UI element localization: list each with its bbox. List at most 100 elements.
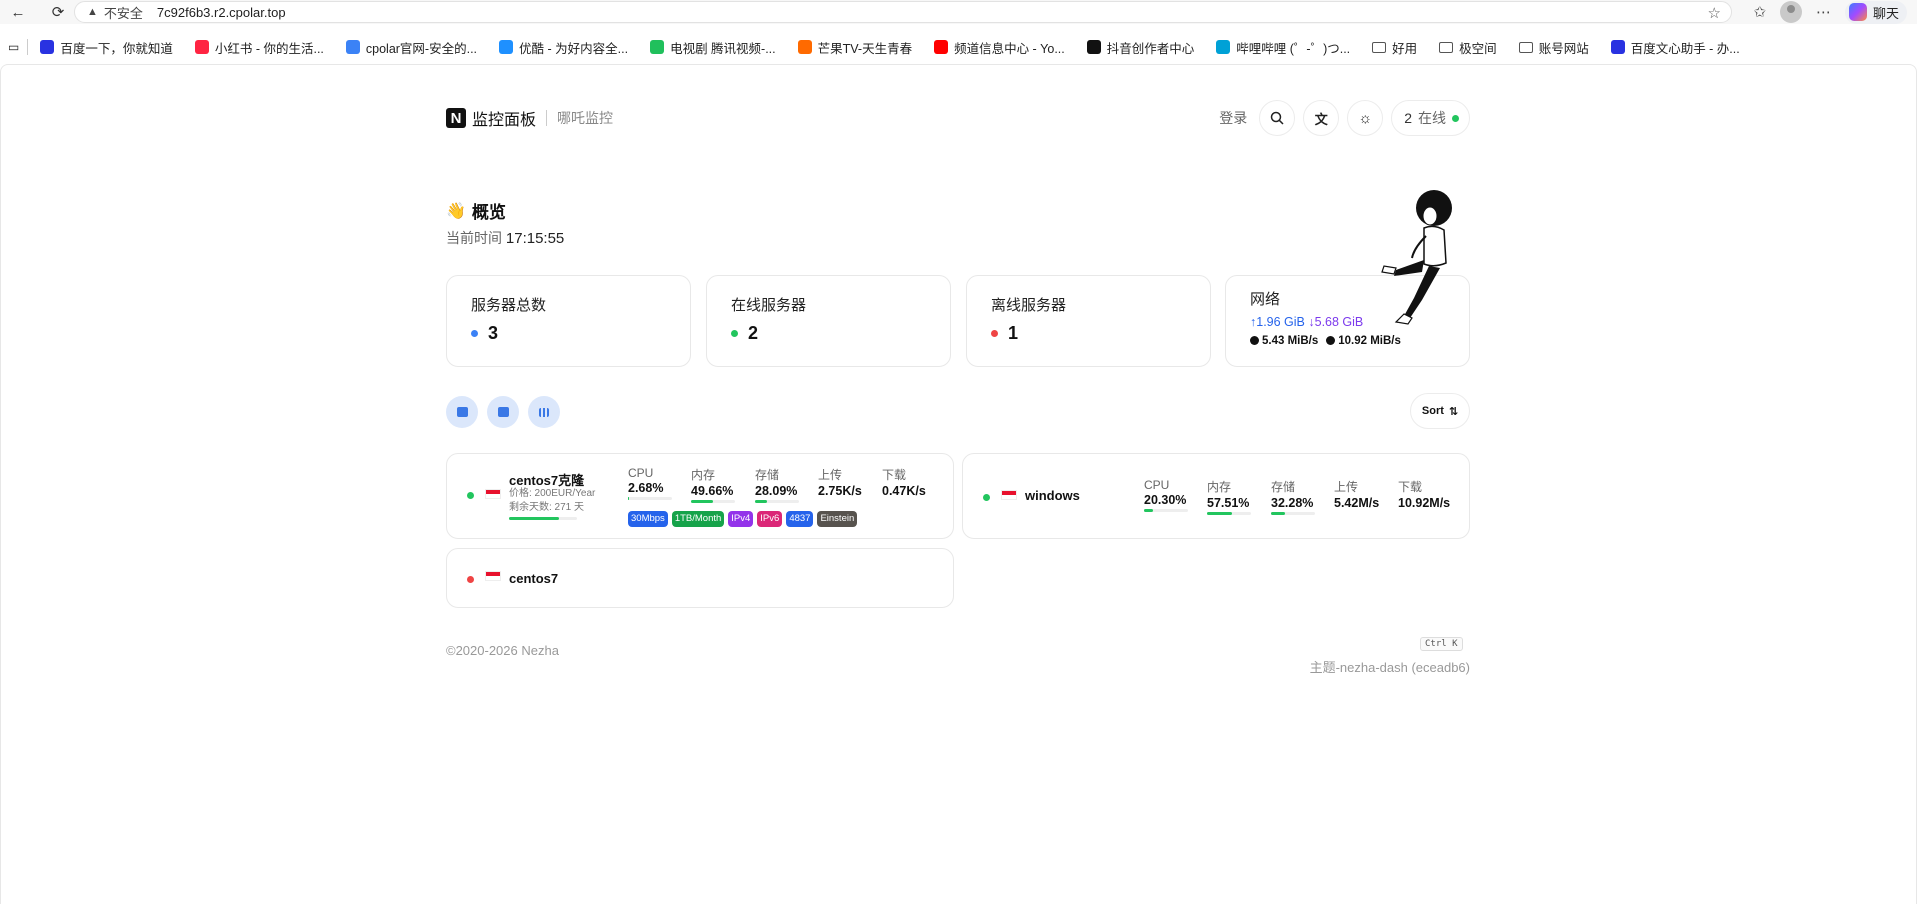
address-bar[interactable]: ▲ 不安全 7c92f6b3.r2.cpolar.top ☆ — [74, 1, 1732, 23]
sort-button[interactable]: Sort ⇅ — [1410, 393, 1470, 429]
header-actions: 登录 文 ☼ 2 在线 — [1219, 100, 1470, 136]
warning-icon[interactable]: ▲ — [87, 6, 98, 18]
metric-label: 存储 — [1271, 480, 1296, 494]
card-total-servers[interactable]: 服务器总数 3 — [446, 275, 691, 367]
bookmark-item[interactable]: 哔哩哔哩 (゜-゜)つ... — [1216, 38, 1350, 57]
chart-view-button[interactable] — [487, 396, 519, 428]
status-dot-icon — [467, 492, 474, 499]
favicon-icon — [1216, 40, 1231, 54]
metric-value: 10.92M/s — [1398, 496, 1451, 510]
metric-label: 内存 — [1207, 480, 1232, 494]
theme-info[interactable]: 主题-nezha-dash (eceadb6) — [1310, 657, 1470, 676]
bookmark-item[interactable]: 抖音创作者中心 — [1086, 38, 1194, 57]
favicon-icon — [797, 40, 812, 54]
metric-value: 2.75K/s — [818, 484, 862, 498]
card-value-row: 3 — [471, 323, 666, 344]
overview-heading: 👋 概览 — [446, 198, 564, 223]
bookmark-item[interactable]: cpolar官网-安全的... — [345, 38, 477, 57]
site-title: 监控面板 — [472, 112, 537, 129]
translate-icon: 文 — [1314, 111, 1328, 127]
bookmark-item[interactable]: 极空间 — [1439, 38, 1497, 57]
download-arrow-icon — [1326, 336, 1336, 345]
metric-label: 上传 — [818, 468, 843, 482]
server-remaining: 剩余天数: 271 天 — [509, 502, 585, 513]
metric-value: 0.47K/s — [882, 484, 926, 498]
sun-icon: ☼ — [1358, 109, 1373, 127]
metric-memory: 内存 57.51% — [1207, 478, 1267, 515]
server-card-windows[interactable]: windows CPU 20.30% 内存 57.51% 存储 32.28% 上… — [962, 453, 1470, 539]
bookmark-label: 芒果TV-天生青春 — [817, 41, 913, 56]
metric-disk: 存储 32.28% — [1271, 478, 1331, 515]
metric-value: 32.28% — [1271, 496, 1314, 510]
bookmark-item[interactable]: 百度一下，你就知道 — [40, 38, 173, 57]
server-card-centos7[interactable]: centos7 — [446, 548, 954, 608]
more-icon[interactable]: ⋯ — [1816, 3, 1831, 21]
card-value-row: 2 — [731, 323, 926, 344]
reload-icon[interactable]: ⟳ — [46, 0, 70, 24]
favorite-star-icon[interactable]: ☆ — [1708, 4, 1721, 22]
card-label: 在线服务器 — [731, 297, 807, 314]
bookmark-label: 电视剧 腾讯视频-... — [670, 41, 776, 56]
sort-label: Sort — [1421, 405, 1444, 417]
bookmark-item[interactable]: 账号网站 — [1518, 38, 1589, 57]
profile-avatar-icon[interactable] — [1779, 1, 1802, 23]
bookmark-item[interactable]: 百度文心助手 - 办... — [1610, 38, 1740, 57]
metric-bar — [1271, 512, 1315, 515]
card-value-row: 1 — [991, 323, 1186, 344]
metric-bar-fill — [755, 500, 768, 503]
grid-view-button[interactable] — [528, 396, 560, 428]
chart-icon — [497, 407, 509, 417]
bookmark-item[interactable]: 芒果TV-天生青春 — [797, 38, 913, 57]
sitting-person-illustration — [1381, 190, 1452, 325]
metric-bar-fill — [1271, 512, 1286, 515]
metric-disk: 存储 28.09% — [755, 466, 815, 503]
upload-speed-row: 5.43 MiB/s — [1250, 335, 1318, 347]
metric-memory: 内存 49.66% — [691, 466, 751, 503]
bookmarks-bar: ▭ 百度一下，你就知道 小红书 - 你的生活... cpolar官网-安全的... 优… — [0, 35, 1917, 59]
command-shortcut-hint[interactable]: Ctrl K — [1420, 637, 1463, 651]
card-label: 离线服务器 — [991, 297, 1067, 314]
time-value: 17:15:55 — [505, 230, 565, 247]
browser-actions: ✩ ⋯ 聊天 — [1753, 0, 1917, 24]
bookmark-item[interactable]: 小红书 - 你的生活... — [194, 38, 324, 57]
server-tag: 1TB/Month — [671, 511, 725, 527]
nezha-logo-icon: N — [446, 108, 466, 128]
server-tag: 4837 — [786, 511, 814, 527]
metric-value: 28.09% — [755, 484, 798, 498]
login-link[interactable]: 登录 — [1219, 108, 1247, 128]
server-tag: 30Mbps — [628, 511, 668, 527]
favicon-icon — [40, 40, 55, 54]
bookmark-item[interactable]: 好用 — [1372, 38, 1417, 57]
bookmark-item[interactable]: 电视剧 腾讯视频-... — [650, 38, 776, 57]
folder-icon — [1439, 41, 1454, 53]
metric-label: 下载 — [1398, 480, 1423, 494]
theme-toggle-button[interactable]: ☼ — [1347, 100, 1384, 136]
bookmark-item[interactable]: 优酷 - 为好内容全... — [499, 38, 628, 57]
back-icon[interactable]: ← — [6, 0, 30, 24]
url-text[interactable]: 7c92f6b3.r2.cpolar.top — [157, 5, 286, 20]
server-card-centos7-clone[interactable]: centos7克隆 价格: 200EUR/Year 剩余天数: 271 天 CP… — [446, 453, 954, 539]
server-name: windows — [1025, 488, 1080, 503]
language-button[interactable]: 文 — [1303, 100, 1340, 136]
card-online-servers[interactable]: 在线服务器 2 — [706, 275, 951, 367]
metric-bar — [1207, 512, 1251, 515]
chat-label: 聊天 — [1872, 5, 1899, 21]
metric-upload: 上传 2.75K/s — [818, 466, 878, 498]
status-dot-icon — [983, 494, 990, 501]
tab-actions-icon[interactable]: ▭ — [8, 40, 19, 54]
time-label: 当前时间 — [446, 230, 502, 246]
download-speed: 10.92 MiB/s — [1338, 335, 1401, 347]
map-view-button[interactable] — [446, 396, 478, 428]
bookmark-item[interactable]: 频道信息中心 - Yo... — [934, 38, 1065, 57]
metric-label: 上传 — [1334, 480, 1359, 494]
remaining-bar-fill — [509, 517, 560, 520]
favicon-icon — [1610, 40, 1625, 54]
favorites-icon[interactable]: ✩ — [1753, 3, 1766, 21]
search-button[interactable] — [1259, 100, 1296, 136]
card-offline-servers[interactable]: 离线服务器 1 — [966, 275, 1211, 367]
site-subtitle: 哪吒监控 — [557, 110, 614, 126]
copilot-chat-button[interactable]: 聊天 — [1844, 0, 1907, 24]
bookmark-label: 频道信息中心 - Yo... — [954, 41, 1065, 56]
site-logo[interactable]: N 监控面板 哪吒监控 — [446, 106, 613, 130]
security-label[interactable]: 不安全 — [104, 3, 143, 22]
